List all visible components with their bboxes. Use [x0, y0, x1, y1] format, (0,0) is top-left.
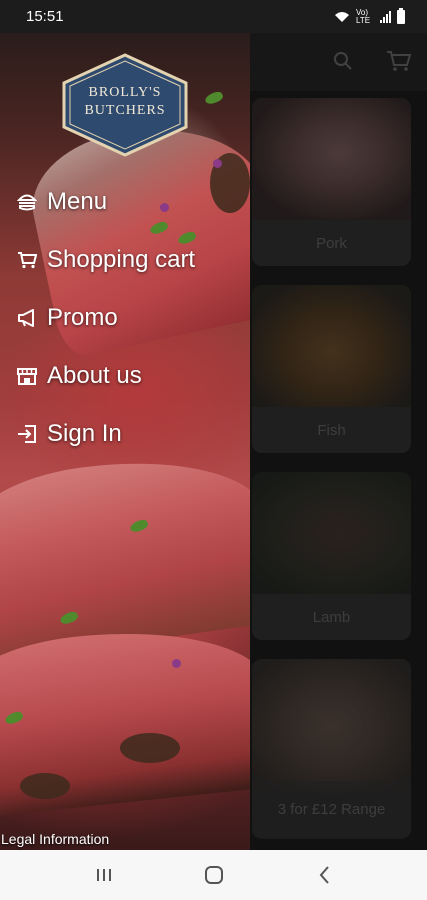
cart-icon — [16, 249, 38, 271]
status-bar: 15:51 Vo) LTE — [0, 0, 427, 33]
brand-name: BROLLY'S BUTCHERS — [62, 84, 188, 120]
background-herb — [203, 89, 225, 107]
drawer-item-label: About us — [47, 362, 142, 389]
drawer-item-label: Menu — [47, 188, 108, 215]
background-crust — [20, 773, 70, 799]
drawer-scrim[interactable] — [250, 33, 427, 850]
system-nav-bar — [0, 850, 427, 900]
network-label: Vo) LTE — [356, 7, 371, 25]
drawer-menu: Menu Shopping cart Promo About us Sign I… — [0, 173, 250, 463]
drawer-item-promo[interactable]: Promo — [0, 289, 250, 347]
home-icon[interactable] — [202, 864, 226, 886]
legal-information-link[interactable]: Legal Information — [1, 831, 109, 847]
signal-icon — [380, 10, 391, 23]
store-icon — [16, 365, 38, 387]
drawer-item-shopping-cart[interactable]: Shopping cart — [0, 231, 250, 289]
background-meat — [0, 442, 250, 664]
drawer-item-sign-in[interactable]: Sign In — [0, 405, 250, 463]
brand-line-1: BROLLY'S — [88, 85, 162, 100]
background-berry — [213, 159, 222, 168]
drawer-item-label: Promo — [47, 304, 118, 331]
phone-screen: 15:51 Vo) LTE Pork Fish Lamb 3 for £12 R… — [0, 0, 427, 900]
background-crust — [120, 733, 180, 763]
battery-icon — [397, 7, 405, 24]
sign-in-icon — [16, 423, 38, 445]
brand-line-2: BUTCHERS — [84, 103, 166, 118]
burger-icon — [16, 191, 38, 213]
navigation-drawer: BROLLY'S BUTCHERS Menu Shopping cart Pro… — [0, 33, 250, 850]
drawer-item-label: Sign In — [47, 420, 122, 447]
recent-apps-icon[interactable] — [92, 864, 116, 886]
drawer-item-label: Shopping cart — [47, 246, 196, 273]
background-berry — [172, 659, 181, 668]
status-icons: Vo) LTE — [334, 7, 405, 25]
wifi-icon — [335, 11, 349, 22]
megaphone-icon — [16, 307, 38, 329]
status-time: 15:51 — [26, 8, 64, 25]
drawer-item-menu[interactable]: Menu — [0, 173, 250, 231]
back-icon[interactable] — [313, 864, 337, 886]
drawer-item-about-us[interactable]: About us — [0, 347, 250, 405]
